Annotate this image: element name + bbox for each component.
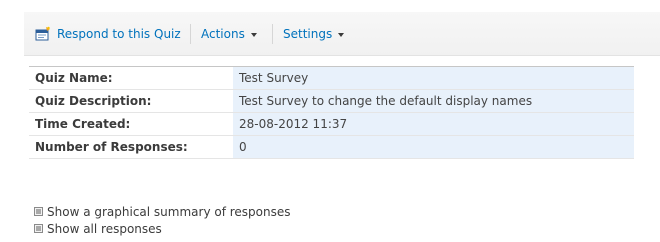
respond-to-quiz-button[interactable]: Respond to this Quiz xyxy=(35,26,181,42)
show-graphical-summary-label: Show a graphical summary of responses xyxy=(47,204,291,219)
property-value: 0 xyxy=(233,135,634,159)
expand-icon xyxy=(34,207,43,216)
response-links: Show a graphical summary of responses Sh… xyxy=(34,203,291,237)
table-row: Quiz Name: Test Survey xyxy=(29,66,634,90)
property-label: Number of Responses: xyxy=(29,135,233,159)
toolbar-separator xyxy=(272,24,273,44)
show-all-responses-label: Show all responses xyxy=(47,221,162,236)
actions-label: Actions xyxy=(201,27,245,41)
show-graphical-summary-link[interactable]: Show a graphical summary of responses xyxy=(34,203,291,220)
toolbar-separator xyxy=(190,24,191,44)
table-row: Time Created: 28-08-2012 11:37 xyxy=(29,112,634,136)
settings-label: Settings xyxy=(283,27,333,41)
property-label: Time Created: xyxy=(29,112,233,136)
property-value: Test Survey xyxy=(233,66,634,90)
expand-icon xyxy=(34,224,43,233)
property-value: Test Survey to change the default displa… xyxy=(233,89,634,113)
respond-to-quiz-label: Respond to this Quiz xyxy=(57,27,181,41)
chevron-down-icon xyxy=(338,33,345,37)
property-value: 28-08-2012 11:37 xyxy=(233,112,634,136)
actions-menu-button[interactable]: Actions xyxy=(201,26,257,42)
property-label: Quiz Description: xyxy=(29,89,233,113)
quiz-properties-table: Quiz Name: Test Survey Quiz Description:… xyxy=(29,66,634,159)
table-row: Quiz Description: Test Survey to change … xyxy=(29,89,634,113)
table-row: Number of Responses: 0 xyxy=(29,135,634,159)
respond-form-icon xyxy=(35,26,50,41)
show-all-responses-link[interactable]: Show all responses xyxy=(34,220,291,237)
settings-menu-button[interactable]: Settings xyxy=(283,26,345,42)
chevron-down-icon xyxy=(250,33,257,37)
property-label: Quiz Name: xyxy=(29,66,233,90)
ribbon-toolbar: Respond to this Quiz Actions Settings xyxy=(24,12,660,56)
